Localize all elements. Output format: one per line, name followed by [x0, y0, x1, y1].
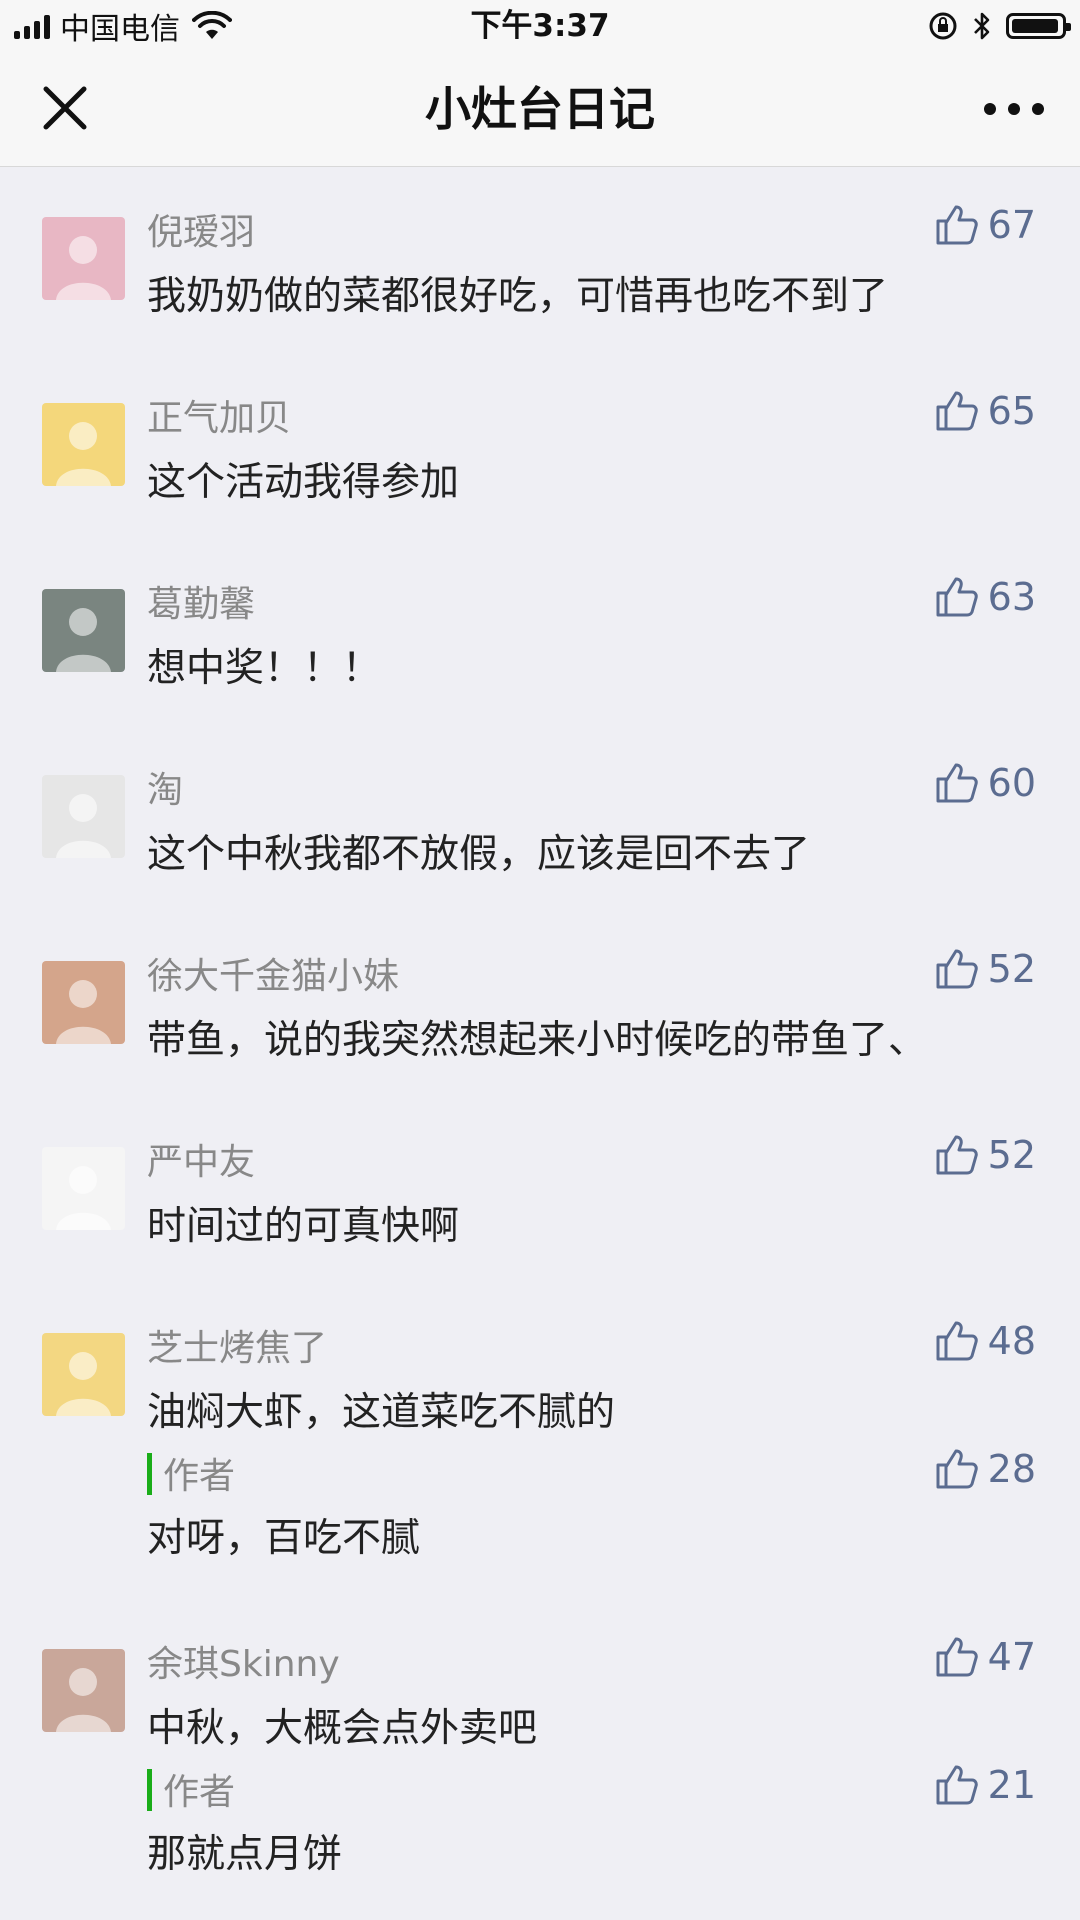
thumbs-up-icon — [936, 949, 978, 989]
author-reply-bar — [147, 1453, 152, 1495]
status-bar: 中国电信 下午3:37 — [0, 0, 1080, 52]
comment-author: 严中友 — [147, 1142, 256, 1183]
thumbs-up-icon — [936, 1321, 978, 1361]
comment-text: 这个活动我得参加 — [147, 460, 460, 505]
thumbs-up-icon — [936, 1449, 978, 1489]
comment-text: 我奶奶做的菜都很好吃，可惜再也吃不到了 — [147, 274, 889, 319]
like-button[interactable]: 65 — [932, 385, 1036, 437]
avatar — [42, 961, 125, 1044]
like-button[interactable]: 60 — [932, 757, 1036, 809]
author-reply-text: 对呀，百吃不腻 — [147, 1516, 421, 1561]
like-count: 52 — [987, 1133, 1036, 1177]
like-button[interactable]: 52 — [932, 1129, 1036, 1181]
comment-text: 中秋，大概会点外卖吧 — [147, 1706, 538, 1751]
thumbs-up-icon — [936, 1637, 978, 1677]
reply-like-button[interactable]: 21 — [932, 1759, 1036, 1811]
comment-text: 时间过的可真快啊 — [147, 1204, 460, 1249]
reply-like-button[interactable]: 28 — [932, 1443, 1036, 1495]
avatar — [42, 1333, 125, 1416]
author-reply-label: 作者 — [163, 1772, 236, 1813]
author-reply-label: 作者 — [163, 1456, 236, 1497]
comment-text: 带鱼，说的我突然想起来小时候吃的带鱼了、 — [147, 1018, 928, 1063]
like-button[interactable]: 63 — [932, 571, 1036, 623]
comment-text: 想中奖！！！ — [147, 646, 382, 691]
orientation-lock-icon — [929, 12, 957, 40]
thumbs-up-icon — [936, 205, 978, 245]
comment-author: 淘 — [147, 770, 184, 811]
avatar — [42, 403, 125, 486]
like-count: 65 — [987, 389, 1036, 433]
comment-author: 余琪Skinny — [147, 1644, 340, 1685]
avatar — [42, 217, 125, 300]
bluetooth-icon — [974, 12, 990, 40]
like-count: 67 — [987, 203, 1036, 247]
avatar — [42, 589, 125, 672]
more-icon[interactable] — [984, 94, 1044, 124]
avatar — [42, 1649, 125, 1732]
comment-author: 葛勤馨 — [147, 584, 256, 625]
like-button[interactable]: 48 — [932, 1315, 1036, 1367]
avatar — [42, 1147, 125, 1230]
like-count: 28 — [987, 1447, 1036, 1491]
avatar — [42, 775, 125, 858]
like-count: 52 — [987, 947, 1036, 991]
status-right — [928, 0, 1071, 52]
like-button[interactable]: 52 — [932, 943, 1036, 995]
thumbs-up-icon — [936, 391, 978, 431]
comment-author: 倪瑷羽 — [147, 212, 256, 253]
comment-author: 徐大千金猫小妹 — [147, 956, 400, 997]
like-button[interactable]: 67 — [932, 199, 1036, 251]
page-title: 小灶台日记 — [425, 82, 655, 136]
status-time: 下午3:37 — [470, 8, 610, 44]
battery-fill — [1012, 19, 1058, 33]
thumbs-up-icon — [936, 1765, 978, 1805]
battery-icon — [1006, 13, 1071, 39]
like-count: 48 — [987, 1319, 1036, 1363]
like-count: 47 — [987, 1635, 1036, 1679]
author-reply-bar — [147, 1769, 152, 1811]
thumbs-up-icon — [936, 577, 978, 617]
like-count: 60 — [987, 761, 1036, 805]
like-count: 63 — [987, 575, 1036, 619]
nav-bar: 小灶台日记 — [0, 52, 1080, 167]
comment-text: 这个中秋我都不放假，应该是回不去了 — [147, 832, 811, 877]
like-count: 21 — [987, 1763, 1036, 1807]
like-button[interactable]: 47 — [932, 1631, 1036, 1683]
author-reply-text: 那就点月饼 — [147, 1832, 343, 1877]
comment-author: 正气加贝 — [147, 398, 292, 439]
thumbs-up-icon — [936, 763, 978, 803]
comment-author: 芝士烤焦了 — [147, 1328, 328, 1369]
thumbs-up-icon — [936, 1135, 978, 1175]
comment-text: 油焖大虾，这道菜吃不腻的 — [147, 1390, 616, 1435]
